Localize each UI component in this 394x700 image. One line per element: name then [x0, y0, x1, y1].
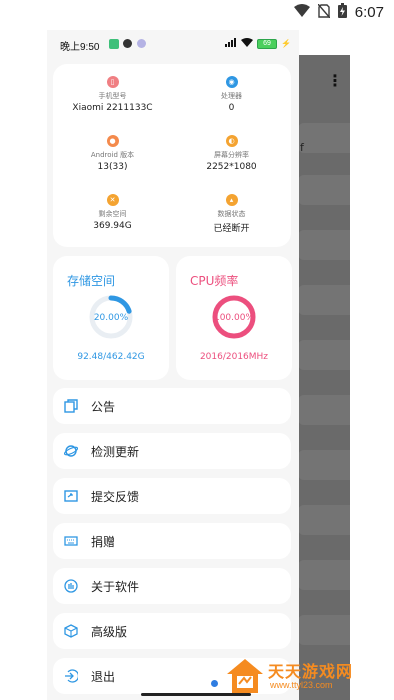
background-row [298, 450, 350, 480]
info-value: 0 [228, 103, 235, 113]
info-resolution: ◐ 屏幕分辨率 2252*1080 [172, 127, 291, 187]
exit-icon [64, 669, 78, 683]
background-app-scrim[interactable]: ⋮ f [298, 55, 350, 700]
update-icon [64, 444, 78, 458]
info-value: 已经断开 [213, 224, 250, 234]
signal-icon [225, 38, 237, 49]
background-row [298, 340, 350, 370]
charging-icon: ⚡ [281, 39, 291, 48]
menu-label: 关于软件 [91, 579, 140, 594]
donate-icon [64, 534, 78, 548]
background-row [298, 615, 350, 645]
inner-status-bar: 晚上9:50 69 ⚡ [47, 30, 299, 58]
menu-label: 退出 [91, 669, 116, 684]
info-label: 处理器 [221, 92, 242, 100]
watermark-url: www.ttyl23.com [270, 680, 333, 690]
background-text: f [300, 141, 304, 154]
storage-percent: 20.00% [93, 313, 129, 323]
info-label: Android 版本 [90, 151, 135, 159]
info-label: 数据状态 [217, 210, 246, 218]
menu-item-donate[interactable]: 捐赠 [53, 523, 291, 559]
storage-icon: ✕ [106, 194, 119, 206]
info-value: 369.94G [93, 221, 132, 231]
info-free-space: ✕ 剩余空间 369.94G [53, 186, 172, 246]
house-logo-icon [227, 659, 263, 693]
data-icon: ▴ [225, 194, 238, 206]
battery-charging-icon [337, 3, 347, 22]
info-value: 2252*1080 [206, 162, 257, 172]
info-value: Xiaomi 2211133C [72, 103, 153, 113]
menu-item-feedback[interactable]: 提交反馈 [53, 478, 291, 514]
navigation-drawer: 晚上9:50 69 ⚡ ▯ 手机型号 Xiaomi 2211133C ◉ 处理器… [47, 30, 299, 700]
storage-usage: 92.48/462.42G [77, 352, 145, 362]
no-sim-icon [317, 3, 331, 22]
inner-clock: 晚上9:50 [60, 42, 100, 53]
menu-item-check-update[interactable]: 检测更新 [53, 433, 291, 469]
background-row [298, 560, 350, 590]
cpu-icon: ◉ [225, 76, 238, 88]
storage-card[interactable]: 存储空间 20.00% 92.48/462.42G [53, 256, 169, 380]
menu-label: 捐赠 [91, 534, 116, 549]
cpu-title: CPU频率 [190, 274, 239, 288]
system-clock: 6:07 [354, 4, 384, 21]
menu-label: 高级版 [91, 624, 128, 639]
info-processor: ◉ 处理器 0 [172, 68, 291, 128]
more-vert-icon[interactable]: ⋮ [327, 71, 343, 90]
cpu-percent: 100.00% [213, 313, 255, 323]
page-indicator-dot [211, 680, 218, 687]
info-android-version: ● Android 版本 13(33) [53, 127, 172, 187]
phone-icon: ▯ [106, 76, 119, 88]
penguin-icon [123, 39, 132, 48]
background-row [298, 395, 350, 425]
feedback-icon [64, 489, 78, 503]
background-row [298, 123, 350, 153]
wifi-icon [293, 3, 310, 22]
watermark-logo: 天天游戏网 www.ttyl23.com [223, 652, 394, 700]
app-notification-icon [109, 39, 119, 49]
screen: 6:07 ⋮ f 晚上9:50 69 ⚡ ▯ 手机型号 Xiaomi 22111… [0, 0, 394, 700]
wifi-icon [241, 38, 254, 49]
info-label: 屏幕分辨率 [214, 151, 249, 159]
device-info-card: ▯ 手机型号 Xiaomi 2211133C ◉ 处理器 0 ● Android… [53, 64, 291, 247]
info-value: 13(33) [97, 162, 128, 172]
background-row [298, 285, 350, 315]
info-model: ▯ 手机型号 Xiaomi 2211133C [53, 68, 172, 128]
announcement-icon [64, 399, 78, 413]
app-badge-icon [137, 39, 146, 48]
about-icon [64, 579, 78, 593]
menu-item-about[interactable]: 关于软件 [53, 568, 291, 604]
premium-icon [64, 624, 78, 638]
cpu-frequency: 2016/2016MHz [199, 352, 269, 362]
background-row [298, 230, 350, 260]
info-label: 手机型号 [98, 92, 127, 100]
menu-label: 检测更新 [91, 444, 140, 459]
android-icon: ● [106, 135, 119, 147]
watermark-title: 天天游戏网 [268, 662, 354, 681]
background-row [298, 505, 350, 535]
screen-icon: ◐ [225, 135, 238, 147]
menu-item-premium[interactable]: 高级版 [53, 613, 291, 649]
info-data-status: ▴ 数据状态 已经断开 [172, 186, 291, 246]
battery-icon: 69 [257, 38, 278, 49]
storage-title: 存储空间 [67, 274, 116, 288]
info-label: 剩余空间 [98, 210, 127, 218]
background-row [298, 175, 350, 205]
menu-label: 提交反馈 [91, 489, 140, 504]
cpu-card[interactable]: CPU频率 100.00% 2016/2016MHz [176, 256, 292, 380]
system-status-bar: 6:07 [0, 0, 394, 30]
menu-label: 公告 [91, 399, 116, 414]
menu-item-announcement[interactable]: 公告 [53, 388, 291, 424]
